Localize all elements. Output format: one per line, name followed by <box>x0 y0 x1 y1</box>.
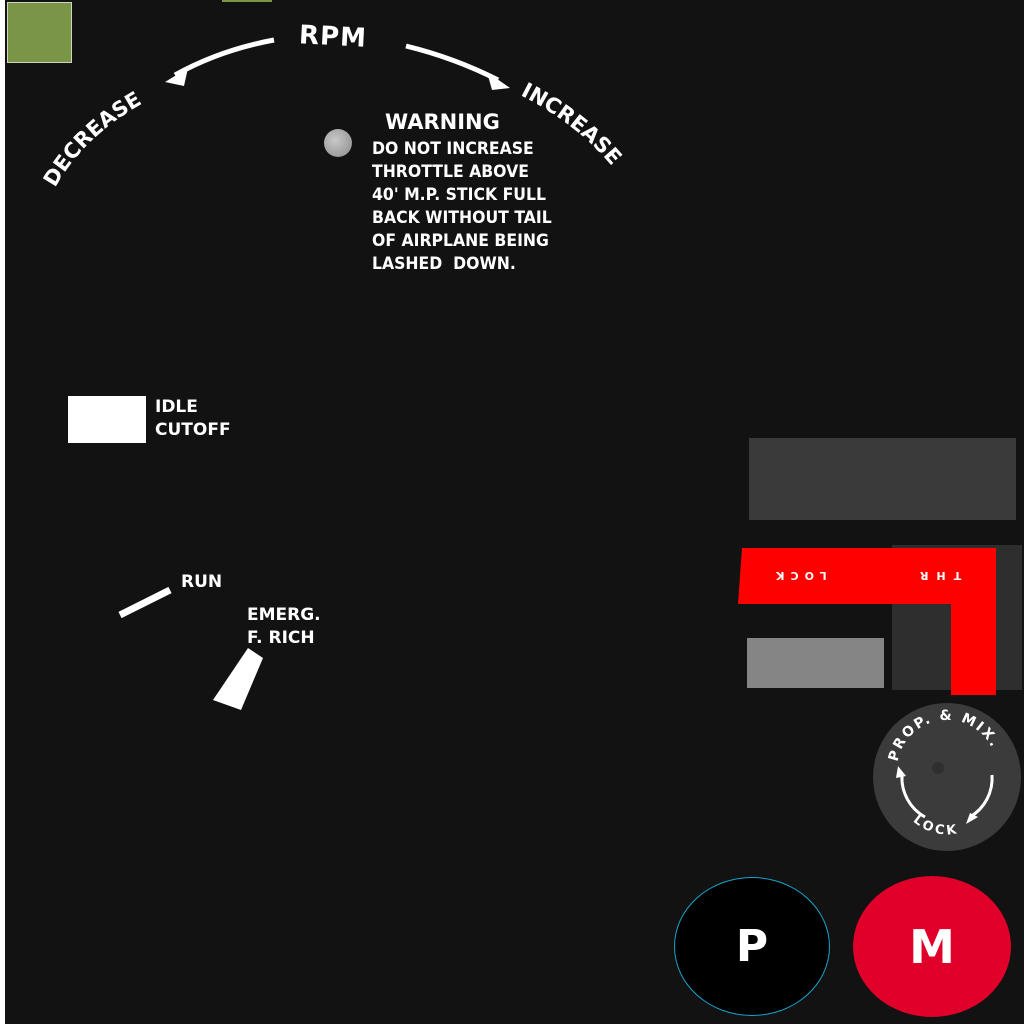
p-button-label: P <box>735 921 769 972</box>
idle-cutoff-marker[interactable] <box>68 396 146 443</box>
m-button[interactable]: M <box>853 876 1011 1017</box>
idle-cutoff-label: IDLE CUTOFF <box>155 397 231 440</box>
throttle-lock-thr-text: THR <box>912 569 962 582</box>
m-button-label: M <box>909 919 955 974</box>
indicator-light <box>324 129 352 157</box>
rpm-decrease-label: DECREASE <box>39 87 146 191</box>
emerg-f-rich-marker <box>213 648 263 710</box>
p-button[interactable]: P <box>674 877 830 1016</box>
warning-title: WARNING <box>385 110 500 134</box>
prop-mix-lock-knob[interactable]: PROP. & MIX. LOCK <box>870 700 1024 854</box>
light-grey-block <box>747 638 884 688</box>
run-label: RUN <box>181 572 223 592</box>
warning-text: DO NOT INCREASE THROTTLE ABOVE 40' M.P. … <box>372 139 552 273</box>
rpm-title: RPM <box>298 20 368 54</box>
run-marker <box>118 586 172 619</box>
dark-grey-block <box>749 438 1016 520</box>
throttle-lock-lock-text: LOCK <box>770 569 827 582</box>
